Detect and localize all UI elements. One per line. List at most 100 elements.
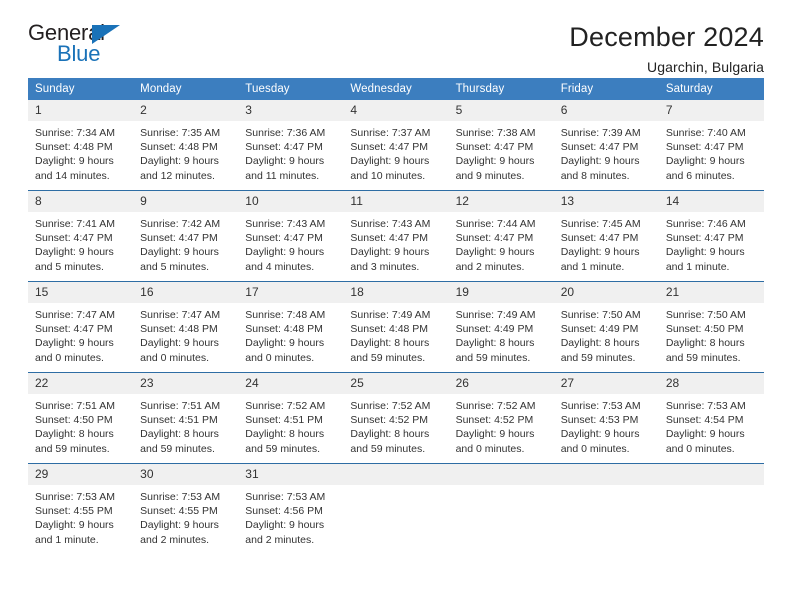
day-number: 22	[28, 373, 134, 394]
sunrise-text: Sunrise: 7:53 AM	[245, 491, 326, 503]
day-cell[interactable]: 2 Sunrise: 7:35 AM Sunset: 4:48 PM Dayli…	[133, 100, 239, 191]
day-cell-empty	[658, 463, 764, 554]
weekday-header-monday: Monday	[133, 78, 239, 100]
day-cell[interactable]: 13 Sunrise: 7:45 AM Sunset: 4:47 PM Dayl…	[553, 190, 659, 282]
day-cell[interactable]: 24 Sunrise: 7:52 AM Sunset: 4:51 PM Dayl…	[238, 372, 344, 464]
day-number: 6	[553, 100, 659, 121]
day-cell[interactable]: 5 Sunrise: 7:38 AM Sunset: 4:47 PM Dayli…	[448, 100, 554, 191]
day-cell[interactable]: 14 Sunrise: 7:46 AM Sunset: 4:47 PM Dayl…	[658, 190, 764, 282]
day-cell[interactable]: 12 Sunrise: 7:44 AM Sunset: 4:47 PM Dayl…	[448, 190, 554, 282]
sunrise-text: Sunrise: 7:53 AM	[560, 400, 641, 412]
daylight-text-line2: and 14 minutes.	[35, 169, 110, 182]
day-info: Sunrise: 7:46 AM Sunset: 4:47 PM Dayligh…	[659, 212, 764, 274]
daylight-text-line2: and 59 minutes.	[245, 442, 320, 455]
day-info: Sunrise: 7:51 AM Sunset: 4:51 PM Dayligh…	[133, 394, 238, 456]
day-cell[interactable]: 28 Sunrise: 7:53 AM Sunset: 4:54 PM Dayl…	[658, 372, 764, 464]
day-info	[449, 485, 554, 490]
day-cell[interactable]: 31 Sunrise: 7:53 AM Sunset: 4:56 PM Dayl…	[238, 463, 344, 554]
day-cell[interactable]: 26 Sunrise: 7:52 AM Sunset: 4:52 PM Dayl…	[448, 372, 554, 464]
day-cell[interactable]: 9 Sunrise: 7:42 AM Sunset: 4:47 PM Dayli…	[133, 190, 239, 282]
sunset-text: Sunset: 4:55 PM	[140, 505, 218, 518]
day-info: Sunrise: 7:49 AM Sunset: 4:49 PM Dayligh…	[449, 303, 554, 365]
sunset-text: Sunset: 4:51 PM	[245, 414, 323, 427]
day-cell[interactable]: 18 Sunrise: 7:49 AM Sunset: 4:48 PM Dayl…	[343, 281, 449, 373]
sunrise-text: Sunrise: 7:43 AM	[350, 218, 431, 230]
day-info: Sunrise: 7:44 AM Sunset: 4:47 PM Dayligh…	[449, 212, 554, 274]
calendar-week-row: 8 Sunrise: 7:41 AM Sunset: 4:47 PM Dayli…	[28, 190, 764, 282]
calendar-body: 1 Sunrise: 7:34 AM Sunset: 4:48 PM Dayli…	[28, 100, 764, 554]
daylight-text-line1: Daylight: 9 hours	[35, 155, 114, 168]
daylight-text-line2: and 0 minutes.	[245, 351, 315, 364]
day-cell[interactable]: 3 Sunrise: 7:36 AM Sunset: 4:47 PM Dayli…	[238, 100, 344, 191]
daylight-text-line2: and 2 minutes.	[140, 533, 210, 546]
day-cell[interactable]: 22 Sunrise: 7:51 AM Sunset: 4:50 PM Dayl…	[28, 372, 134, 464]
day-cell[interactable]: 29 Sunrise: 7:53 AM Sunset: 4:55 PM Dayl…	[28, 463, 134, 554]
daylight-text-line1: Daylight: 9 hours	[35, 519, 114, 532]
day-cell[interactable]: 11 Sunrise: 7:43 AM Sunset: 4:47 PM Dayl…	[343, 190, 449, 282]
daylight-text-line2: and 9 minutes.	[455, 169, 525, 182]
sunrise-text: Sunrise: 7:51 AM	[35, 400, 115, 412]
daylight-text-line2: and 1 minute.	[560, 260, 625, 273]
day-cell[interactable]: 6 Sunrise: 7:39 AM Sunset: 4:47 PM Dayli…	[553, 100, 659, 191]
day-cell[interactable]: 30 Sunrise: 7:53 AM Sunset: 4:55 PM Dayl…	[133, 463, 239, 554]
sunrise-sunset-calendar: Sunday Monday Tuesday Wednesday Thursday…	[28, 78, 764, 554]
sunset-text: Sunset: 4:51 PM	[140, 414, 218, 427]
day-number: 30	[133, 464, 239, 485]
sunset-text: Sunset: 4:47 PM	[35, 232, 113, 245]
daylight-text-line1: Daylight: 9 hours	[245, 337, 325, 350]
weekday-header-tuesday: Tuesday	[238, 78, 344, 100]
day-number: 31	[238, 464, 344, 485]
day-cell[interactable]: 1 Sunrise: 7:34 AM Sunset: 4:48 PM Dayli…	[28, 100, 134, 191]
day-cell[interactable]: 23 Sunrise: 7:51 AM Sunset: 4:51 PM Dayl…	[133, 372, 239, 464]
day-cell[interactable]: 16 Sunrise: 7:47 AM Sunset: 4:48 PM Dayl…	[133, 281, 239, 373]
sunset-text: Sunset: 4:47 PM	[245, 232, 323, 245]
sunset-text: Sunset: 4:50 PM	[665, 323, 744, 336]
day-number: 17	[238, 282, 344, 303]
sunrise-text: Sunrise: 7:35 AM	[140, 127, 221, 139]
day-cell[interactable]: 8 Sunrise: 7:41 AM Sunset: 4:47 PM Dayli…	[28, 190, 134, 282]
day-cell[interactable]: 17 Sunrise: 7:48 AM Sunset: 4:48 PM Dayl…	[238, 281, 344, 373]
sunrise-text: Sunrise: 7:53 AM	[665, 400, 746, 412]
sunrise-text: Sunrise: 7:50 AM	[665, 309, 746, 321]
day-number	[343, 464, 449, 485]
sunset-text: Sunset: 4:47 PM	[455, 141, 534, 154]
daylight-text-line2: and 0 minutes.	[35, 351, 104, 364]
day-number: 28	[658, 373, 764, 394]
sunrise-text: Sunrise: 7:52 AM	[455, 400, 536, 412]
general-blue-logo[interactable]: General Blue	[28, 22, 148, 68]
day-cell[interactable]: 10 Sunrise: 7:43 AM Sunset: 4:47 PM Dayl…	[238, 190, 344, 282]
weekday-header-thursday: Thursday	[448, 78, 554, 100]
day-cell[interactable]: 20 Sunrise: 7:50 AM Sunset: 4:49 PM Dayl…	[553, 281, 659, 373]
day-cell[interactable]: 25 Sunrise: 7:52 AM Sunset: 4:52 PM Dayl…	[343, 372, 449, 464]
day-info: Sunrise: 7:35 AM Sunset: 4:48 PM Dayligh…	[133, 121, 238, 183]
daylight-text-line1: Daylight: 8 hours	[455, 337, 535, 350]
weekday-header-wednesday: Wednesday	[343, 78, 449, 100]
sunrise-text: Sunrise: 7:52 AM	[350, 400, 431, 412]
day-number: 13	[553, 191, 659, 212]
sunset-text: Sunset: 4:47 PM	[140, 232, 218, 245]
page-title: December 2024	[569, 22, 764, 52]
day-info: Sunrise: 7:34 AM Sunset: 4:48 PM Dayligh…	[28, 121, 133, 183]
day-number	[658, 464, 764, 485]
day-info: Sunrise: 7:37 AM Sunset: 4:47 PM Dayligh…	[343, 121, 448, 183]
day-cell[interactable]: 7 Sunrise: 7:40 AM Sunset: 4:47 PM Dayli…	[658, 100, 764, 191]
day-info: Sunrise: 7:49 AM Sunset: 4:48 PM Dayligh…	[343, 303, 448, 365]
day-info: Sunrise: 7:53 AM Sunset: 4:56 PM Dayligh…	[238, 485, 343, 547]
daylight-text-line1: Daylight: 9 hours	[455, 155, 535, 168]
day-cell[interactable]: 21 Sunrise: 7:50 AM Sunset: 4:50 PM Dayl…	[658, 281, 764, 373]
day-info: Sunrise: 7:47 AM Sunset: 4:47 PM Dayligh…	[28, 303, 133, 365]
day-number: 19	[448, 282, 554, 303]
day-cell[interactable]: 15 Sunrise: 7:47 AM Sunset: 4:47 PM Dayl…	[28, 281, 134, 373]
calendar-week-row: 22 Sunrise: 7:51 AM Sunset: 4:50 PM Dayl…	[28, 372, 764, 464]
day-cell[interactable]: 4 Sunrise: 7:37 AM Sunset: 4:47 PM Dayli…	[343, 100, 449, 191]
sunset-text: Sunset: 4:47 PM	[455, 232, 534, 245]
daylight-text-line1: Daylight: 8 hours	[245, 428, 325, 441]
daylight-text-line2: and 59 minutes.	[665, 351, 741, 364]
sunrise-text: Sunrise: 7:50 AM	[560, 309, 641, 321]
day-cell[interactable]: 27 Sunrise: 7:53 AM Sunset: 4:53 PM Dayl…	[553, 372, 659, 464]
day-number: 10	[238, 191, 344, 212]
daylight-text-line2: and 59 minutes.	[455, 351, 531, 364]
weekday-header-saturday: Saturday	[658, 78, 764, 100]
daylight-text-line2: and 59 minutes.	[350, 351, 426, 364]
day-cell[interactable]: 19 Sunrise: 7:49 AM Sunset: 4:49 PM Dayl…	[448, 281, 554, 373]
